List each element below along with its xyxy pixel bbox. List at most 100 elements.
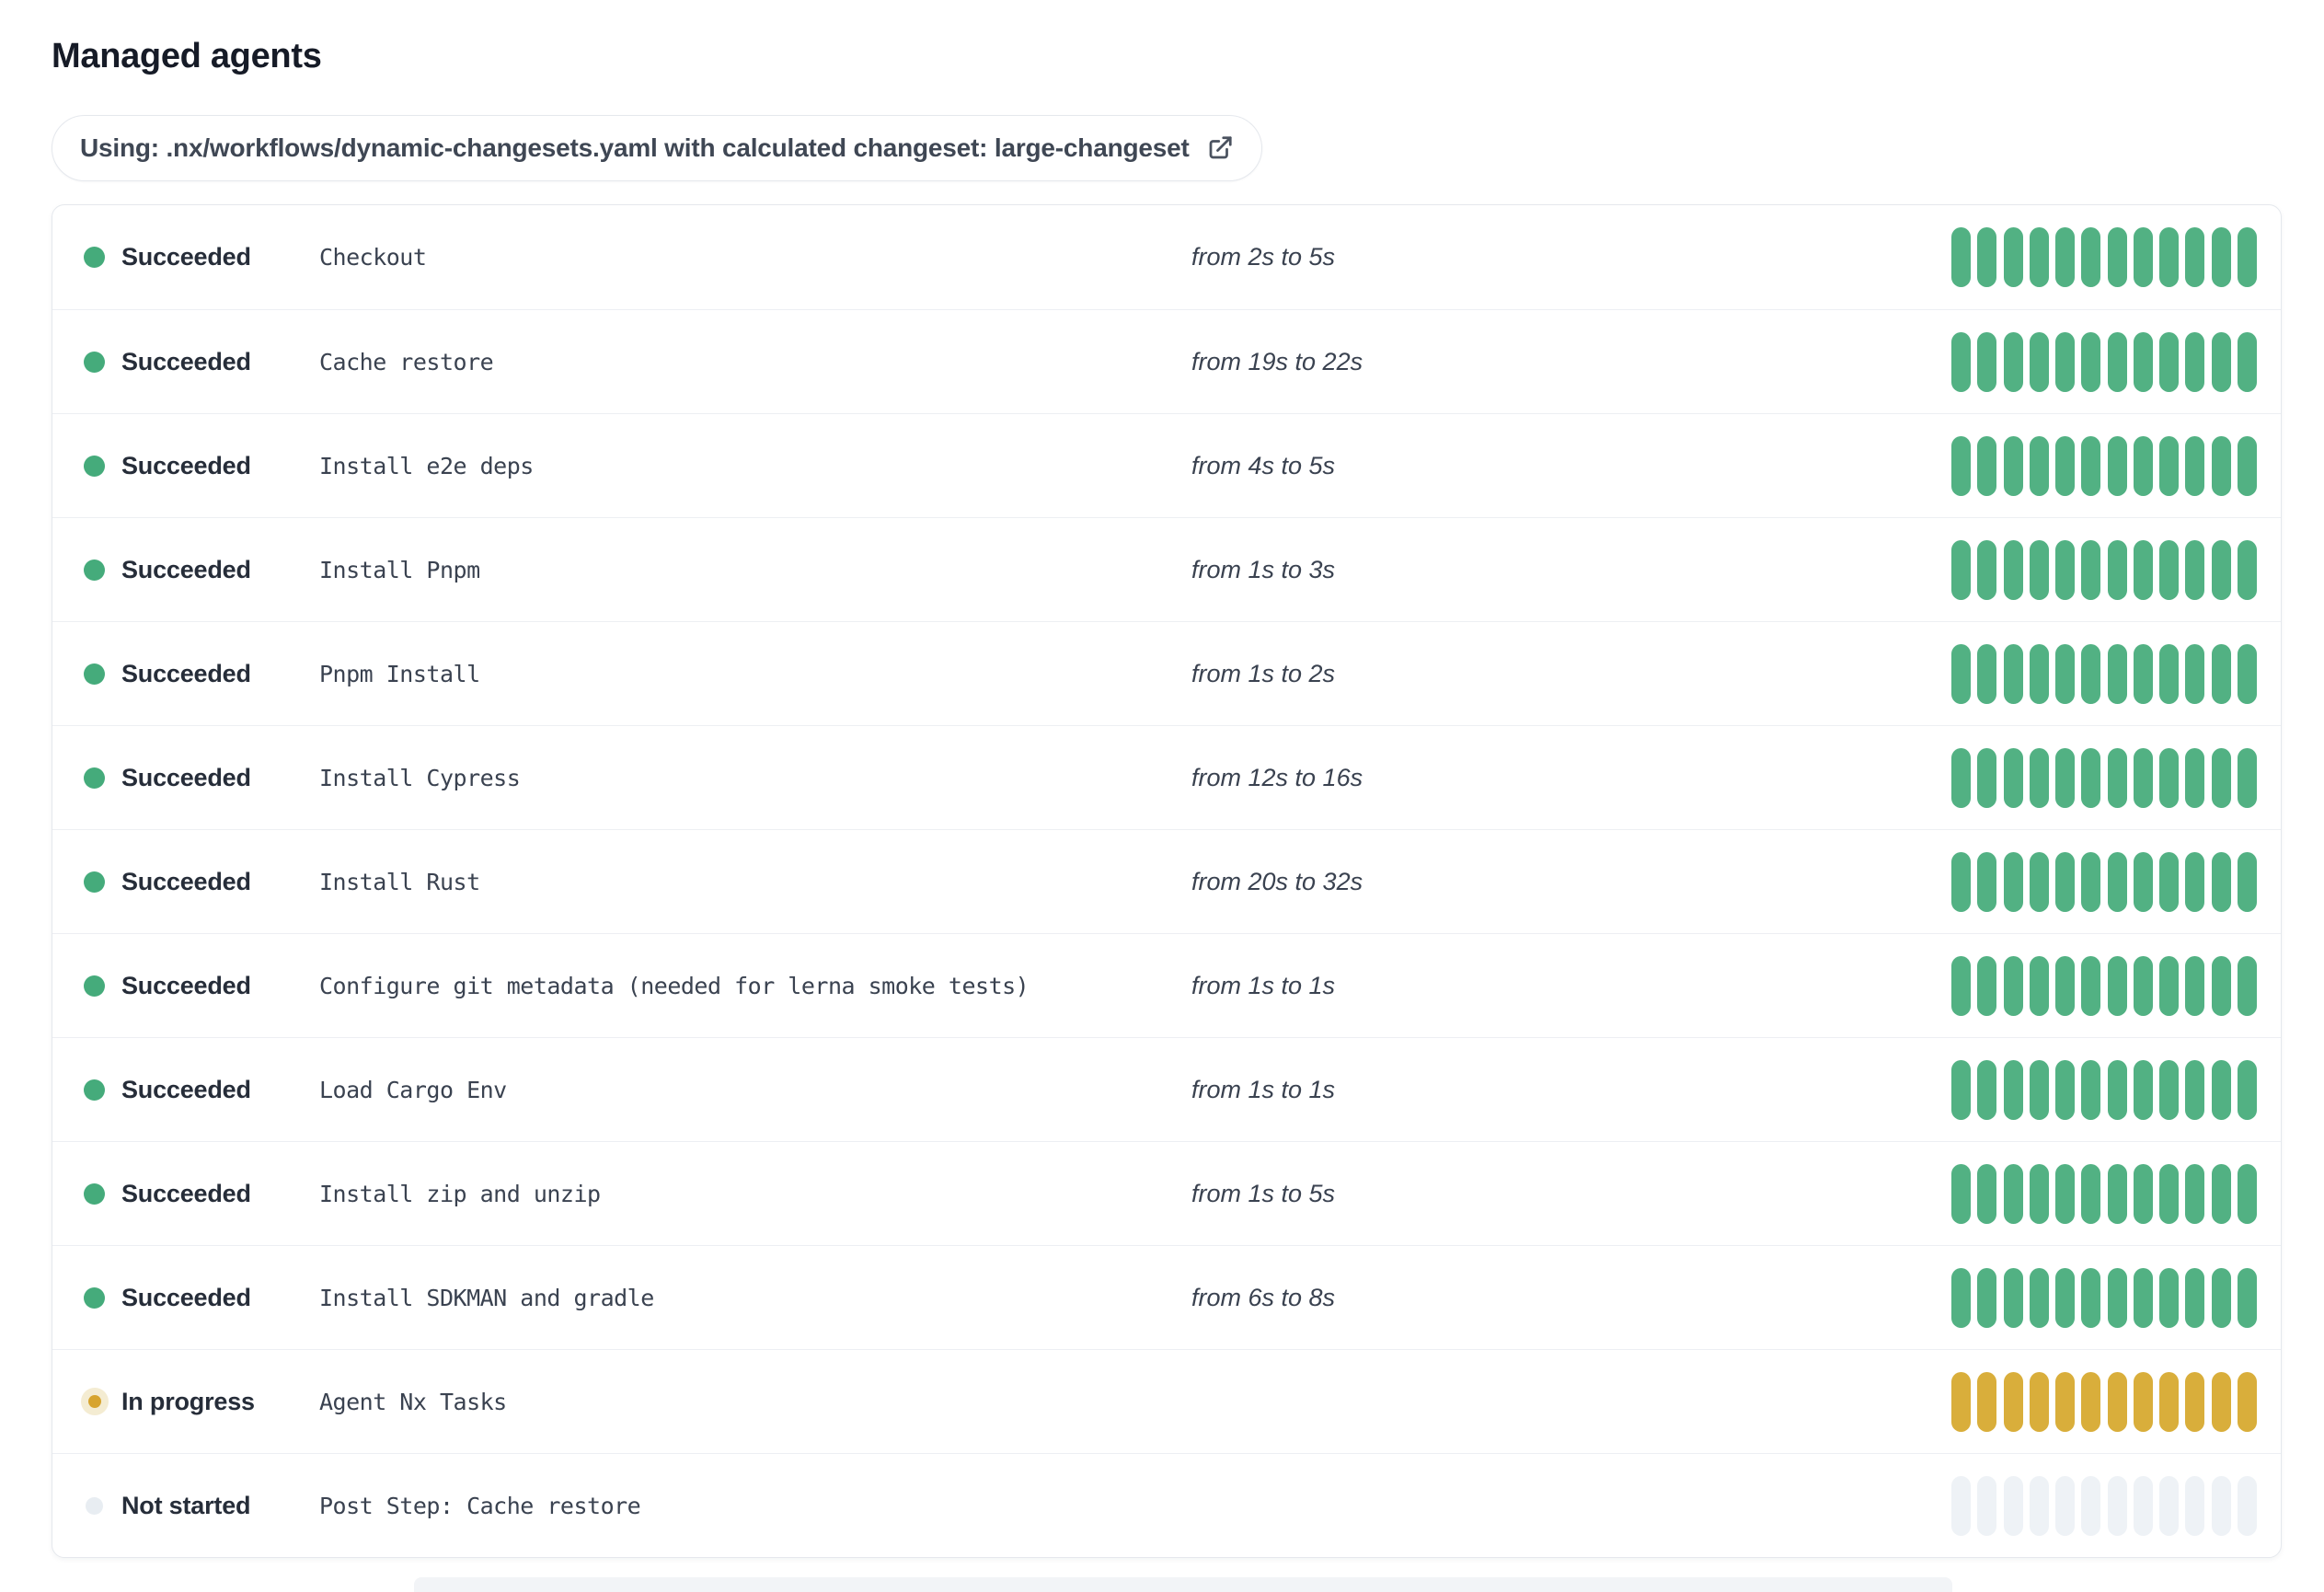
step-status: Succeeded [84,1076,319,1104]
progress-segments [1951,435,2257,496]
step-name: Pnpm Install [319,660,480,687]
progress-segments [1951,747,2257,808]
progress-segment [2003,1267,2023,1328]
status-dot-icon [84,975,105,997]
progress-segment [2029,955,2049,1016]
workflow-file-banner[interactable]: Using: .nx/workflows/dynamic-changesets.… [52,115,1262,181]
step-duration: from 1s to 5s [1191,1179,1336,1207]
progress-segment [1977,1267,1997,1328]
progress-segment [2237,1059,2257,1120]
progress-segment [2211,1163,2231,1224]
status-dot-icon [84,455,105,477]
progress-segment [1951,955,1971,1016]
progress-segment [2107,747,2127,808]
progress-segment [2055,435,2076,496]
status-dot-wrap [84,455,105,477]
progress-segment [2133,747,2153,808]
progress-segment [2029,539,2049,600]
progress-segment [2133,1475,2153,1536]
external-link-icon[interactable] [1206,134,1234,162]
progress-segment [2081,851,2101,912]
progress-segment [2029,1475,2049,1536]
progress-segment [2029,227,2049,287]
progress-segments [1951,851,2257,912]
status-label: Succeeded [121,971,251,999]
progress-segment [2159,227,2180,287]
progress-segment [2003,955,2023,1016]
progress-segment [2055,539,2076,600]
step-status: Succeeded [84,972,319,1000]
progress-segment [2081,1163,2101,1224]
step-row: Succeeded Install e2e deps from 4s to 5s [52,413,2281,517]
progress-segment [1977,643,1997,704]
step-status: Succeeded [84,243,319,271]
status-dot-wrap [84,975,105,997]
progress-segment [2159,1371,2180,1432]
progress-segment [2081,955,2101,1016]
progress-segment [2133,643,2153,704]
progress-segment [2055,1475,2076,1536]
progress-segment [2159,1059,2180,1120]
progress-segment [2055,747,2076,808]
progress-segments [1951,1059,2257,1120]
progress-segment [2133,331,2153,392]
progress-segment [2055,955,2076,1016]
progress-segment [1951,851,1971,912]
progress-segment [1951,1059,1971,1120]
page-title: Managed agents [52,37,322,75]
progress-segment [2133,1059,2153,1120]
progress-segment [2133,1163,2153,1224]
progress-segment [2081,1059,2101,1120]
progress-segment [2107,331,2127,392]
progress-segment [2107,851,2127,912]
managed-agents-card: Succeeded Checkout from 2s to 5s Succeed… [52,204,2282,1558]
progress-segment [2029,1267,2049,1328]
progress-segment [2159,1267,2180,1328]
progress-segment [2211,331,2231,392]
step-duration: from 6s to 8s [1191,1283,1336,1311]
step-status: Succeeded [84,1180,319,1208]
step-row: Succeeded Cache restore from 19s to 22s [52,309,2281,413]
progress-segment [2081,1475,2101,1536]
progress-segment [1977,851,1997,912]
progress-segment [2133,955,2153,1016]
status-dot-icon [87,1395,101,1408]
progress-segment [2159,331,2180,392]
progress-segment [2185,1059,2205,1120]
progress-segment [2211,643,2231,704]
progress-segment [2211,955,2231,1016]
progress-segment [2185,1371,2205,1432]
progress-segment [1977,1059,1997,1120]
progress-segment [2107,1163,2127,1224]
progress-segment [2029,747,2049,808]
progress-segment [2237,1163,2257,1224]
progress-segment [2237,955,2257,1016]
progress-segment [2237,1371,2257,1432]
progress-segment [2107,539,2127,600]
progress-segment [1951,1371,1971,1432]
progress-segment [2055,1267,2076,1328]
status-dot-icon [84,1286,105,1309]
progress-segment [2237,435,2257,496]
progress-segment [2159,643,2180,704]
step-row: Succeeded Install SDKMAN and gradle from… [52,1245,2281,1349]
status-label: Succeeded [121,243,251,271]
status-dot-icon [84,871,105,893]
step-row: Succeeded Pnpm Install from 1s to 2s [52,621,2281,725]
progress-segment [2237,851,2257,912]
step-status: Succeeded [84,660,319,688]
status-dot-wrap [84,247,105,268]
step-name: Agent Nx Tasks [319,1388,507,1415]
step-row: Succeeded Load Cargo Env from 1s to 1s [52,1037,2281,1141]
progress-segment [2055,1371,2076,1432]
progress-segment [2211,1059,2231,1120]
progress-segments [1951,1371,2257,1432]
step-name: Install e2e deps [319,452,534,479]
progress-segment [2185,1267,2205,1328]
progress-segment [2185,747,2205,808]
progress-segments [1951,539,2257,600]
status-label: Succeeded [121,451,251,479]
status-dot-wrap [84,559,105,581]
status-dot-wrap [84,351,105,373]
progress-segment [2107,643,2127,704]
